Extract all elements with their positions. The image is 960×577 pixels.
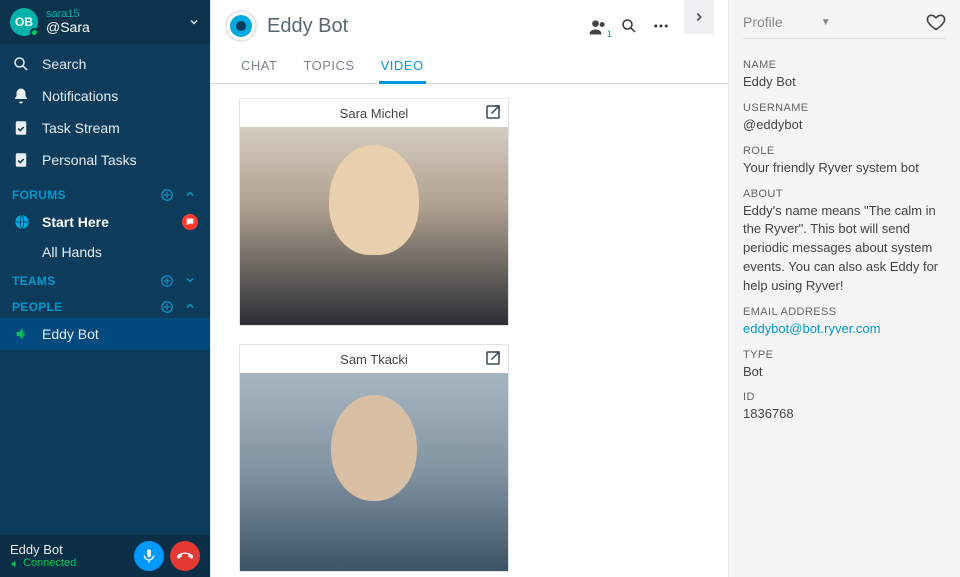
tab-chat[interactable]: CHAT bbox=[239, 52, 279, 83]
profile-type-label: TYPE bbox=[743, 349, 946, 361]
sidebar-item-personal-tasks[interactable]: Personal Tasks bbox=[0, 144, 210, 176]
tabs: CHAT TOPICS VIDEO bbox=[211, 46, 728, 84]
chevron-up-icon[interactable] bbox=[184, 188, 198, 202]
avatar-initials: OB bbox=[15, 15, 33, 29]
video-card: Sam Tkacki bbox=[239, 344, 509, 572]
call-footer: Eddy Bot Connected bbox=[0, 535, 210, 577]
forum-item-start-here[interactable]: Start Here bbox=[0, 206, 210, 238]
chevron-up-icon[interactable] bbox=[184, 300, 198, 314]
chevron-down-icon[interactable] bbox=[188, 16, 200, 28]
globe-icon bbox=[12, 212, 32, 232]
section-header-forums[interactable]: FORUMS bbox=[0, 180, 210, 206]
user-handle: @Sara bbox=[46, 20, 90, 35]
sidebar-nav: Search Notifications Task Stream Persona… bbox=[0, 44, 210, 180]
sidebar-item-task-stream[interactable]: Task Stream bbox=[0, 112, 210, 144]
profile-about-label: ABOUT bbox=[743, 188, 946, 200]
plus-icon[interactable] bbox=[160, 188, 174, 202]
search-icon bbox=[12, 55, 30, 73]
profile-name-value: Eddy Bot bbox=[743, 73, 946, 92]
chevron-right-icon[interactable] bbox=[684, 0, 714, 34]
sidebar-item-notifications[interactable]: Notifications bbox=[0, 80, 210, 112]
bot-avatar-icon bbox=[225, 10, 257, 42]
forum-label: Start Here bbox=[42, 214, 109, 230]
more-icon[interactable] bbox=[652, 17, 670, 35]
section-title: TEAMS bbox=[12, 274, 56, 288]
notification-badge-icon bbox=[182, 214, 198, 230]
mute-button[interactable] bbox=[134, 541, 164, 571]
profile-email-value[interactable]: eddybot@bot.ryver.com bbox=[743, 320, 946, 339]
hangup-button[interactable] bbox=[170, 541, 200, 571]
sidebar-item-label: Task Stream bbox=[42, 120, 120, 136]
video-participant-name: Sam Tkacki bbox=[340, 352, 408, 367]
profile-about-value: Eddy's name means "The calm in the Ryver… bbox=[743, 202, 946, 296]
heart-icon[interactable] bbox=[926, 12, 946, 32]
presence-dot-icon bbox=[30, 28, 39, 37]
tab-topics[interactable]: TOPICS bbox=[301, 52, 356, 83]
plus-icon[interactable] bbox=[160, 300, 174, 314]
video-card: Sara Michel bbox=[239, 98, 509, 326]
clipboard-icon bbox=[12, 119, 30, 137]
sidebar: OB sara15 @Sara Search Notifications bbox=[0, 0, 210, 577]
bell-icon bbox=[12, 87, 30, 105]
section-header-teams[interactable]: TEAMS bbox=[0, 266, 210, 292]
forum-item-all-hands[interactable]: All Hands bbox=[0, 238, 210, 266]
tab-video[interactable]: VIDEO bbox=[379, 52, 426, 83]
profile-username-label: USERNAME bbox=[743, 102, 946, 114]
people-item-eddy-bot[interactable]: Eddy Bot bbox=[0, 318, 210, 350]
sound-icon bbox=[10, 559, 20, 569]
popout-icon[interactable] bbox=[484, 103, 502, 121]
sidebar-item-label: Notifications bbox=[42, 88, 118, 104]
section-title: FORUMS bbox=[12, 188, 66, 202]
group-count: 1 bbox=[607, 29, 612, 39]
profile-username-value: @eddybot bbox=[743, 116, 946, 135]
video-participant-name: Sara Michel bbox=[340, 106, 409, 121]
video-list: Sara Michel Sam Tkacki bbox=[211, 84, 728, 577]
search-icon[interactable] bbox=[620, 17, 638, 35]
section-title: PEOPLE bbox=[12, 300, 62, 314]
call-peer-name: Eddy Bot bbox=[10, 542, 76, 558]
profile-id-label: ID bbox=[743, 391, 946, 403]
plus-icon[interactable] bbox=[160, 274, 174, 288]
profile-role-value: Your friendly Ryver system bot bbox=[743, 159, 946, 178]
call-status: Connected bbox=[10, 557, 76, 570]
chevron-down-icon[interactable] bbox=[184, 274, 198, 288]
sidebar-item-label: Search bbox=[42, 56, 86, 72]
sidebar-item-label: Personal Tasks bbox=[42, 152, 137, 168]
profile-email-label: EMAIL ADDRESS bbox=[743, 306, 946, 318]
video-thumbnail[interactable] bbox=[240, 127, 508, 325]
forum-label: All Hands bbox=[42, 244, 102, 260]
sidebar-item-search[interactable]: Search bbox=[0, 48, 210, 80]
section-header-people[interactable]: PEOPLE bbox=[0, 292, 210, 318]
people-label: Eddy Bot bbox=[42, 326, 99, 342]
group-icon[interactable]: 1 bbox=[588, 17, 606, 35]
profile-panel: Profile ▼ NAME Eddy Bot USERNAME @eddybo… bbox=[728, 0, 960, 577]
profile-selector-label: Profile bbox=[743, 14, 783, 30]
popout-icon[interactable] bbox=[484, 349, 502, 367]
main-panel: Eddy Bot 1 CHAT TOPICS VIDEO Sara Michel bbox=[210, 0, 728, 577]
page-title: Eddy Bot bbox=[267, 15, 588, 38]
profile-type-value: Bot bbox=[743, 363, 946, 382]
current-user[interactable]: OB sara15 @Sara bbox=[0, 0, 210, 44]
video-thumbnail[interactable] bbox=[240, 373, 508, 571]
main-header: Eddy Bot 1 bbox=[211, 0, 728, 46]
avatar: OB bbox=[10, 8, 38, 36]
sound-icon bbox=[12, 324, 32, 344]
clipboard-icon bbox=[12, 151, 30, 169]
profile-selector[interactable]: Profile ▼ bbox=[743, 14, 831, 30]
profile-name-label: NAME bbox=[743, 59, 946, 71]
profile-role-label: ROLE bbox=[743, 145, 946, 157]
profile-id-value: 1836768 bbox=[743, 405, 946, 424]
caret-down-icon: ▼ bbox=[821, 17, 831, 28]
